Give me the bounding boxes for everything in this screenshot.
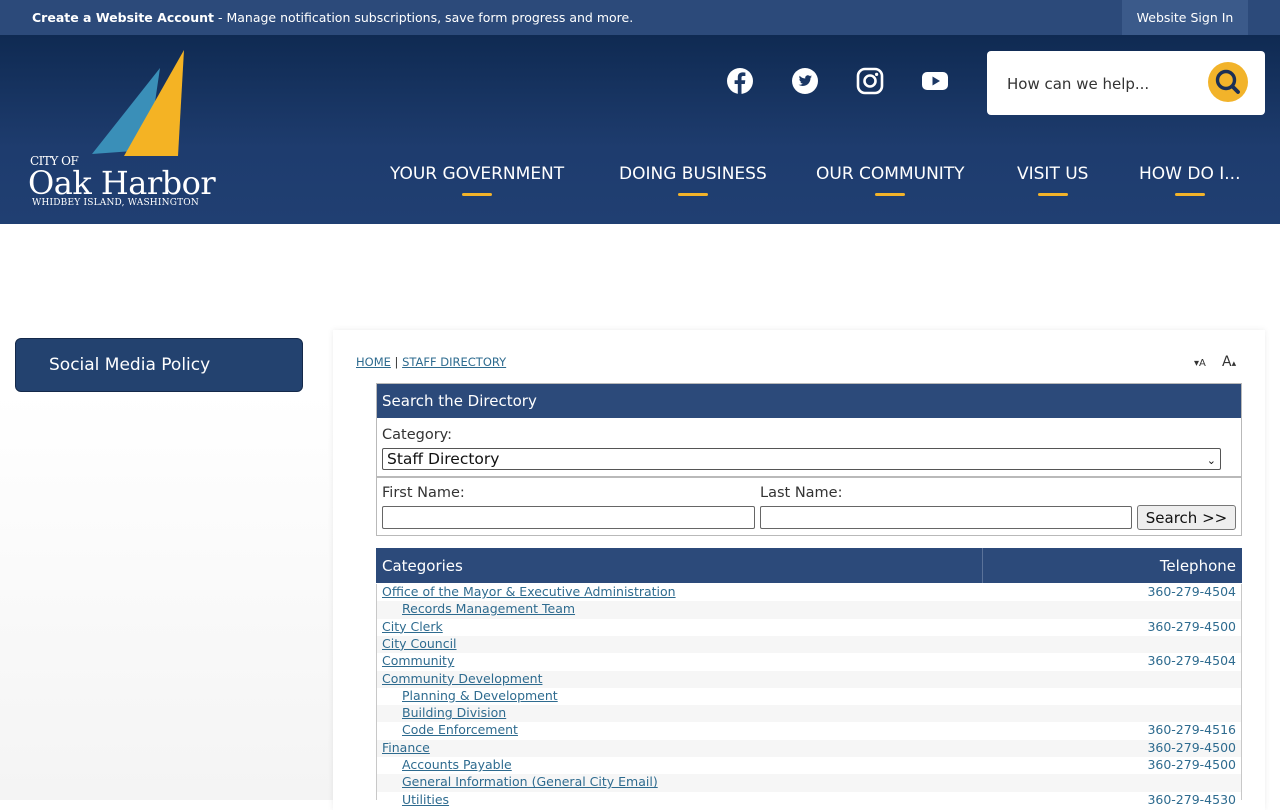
instagram-icon[interactable]: [856, 67, 884, 95]
first-name-input[interactable]: [382, 506, 755, 529]
breadcrumb-home[interactable]: HOME: [356, 355, 391, 369]
breadcrumb: HOME | STAFF DIRECTORY: [356, 355, 506, 369]
category-link[interactable]: General Information (General City Email): [402, 774, 658, 789]
nav-how-do-i[interactable]: HOW DO I...: [1139, 164, 1240, 204]
category-link[interactable]: Office of the Mayor & Executive Administ…: [382, 584, 676, 599]
breadcrumb-staff-directory[interactable]: STAFF DIRECTORY: [402, 355, 506, 369]
category-link[interactable]: Records Management Team: [402, 601, 575, 616]
search-icon: [1215, 69, 1240, 94]
table-row: General Information (General City Email): [377, 774, 1241, 792]
nav-label: VISIT US: [1017, 164, 1089, 184]
sidebar-background: [0, 392, 333, 800]
nav-visit-us[interactable]: VISIT US: [1017, 164, 1088, 204]
increase-text-size-button[interactable]: A▴: [1222, 354, 1236, 370]
city-logo[interactable]: CITY OF Oak Harbor WHIDBEY ISLAND, WASHI…: [28, 50, 224, 210]
breadcrumb-separator: |: [394, 355, 399, 369]
category-select[interactable]: Staff Directory ⌄: [382, 448, 1221, 470]
category-link[interactable]: Utilities: [402, 792, 449, 807]
telephone-value: 360-279-4500: [1147, 618, 1236, 634]
category-link[interactable]: Accounts Payable: [402, 757, 512, 772]
first-name-label: First Name:: [382, 485, 465, 501]
last-name-input[interactable]: [760, 506, 1132, 529]
nav-underline: [677, 193, 708, 196]
category-link[interactable]: Code Enforcement: [402, 722, 518, 737]
decrease-text-size-button[interactable]: ▾A: [1194, 358, 1206, 369]
nav-label: DOING BUSINESS: [619, 164, 767, 184]
table-row: Accounts Payable 360-279-4500: [377, 757, 1241, 774]
category-link[interactable]: Planning & Development: [402, 688, 558, 703]
table-row: Utilities 360-279-4530: [377, 792, 1241, 809]
table-row: Office of the Mayor & Executive Administ…: [377, 584, 1241, 601]
telephone-value: 360-279-4530: [1147, 791, 1236, 807]
category-link[interactable]: City Council: [382, 636, 457, 651]
category-link[interactable]: Finance: [382, 740, 430, 755]
table-row: Code Enforcement 360-279-4516: [377, 722, 1241, 739]
table-row: Building Division: [377, 705, 1241, 723]
telephone-value: 360-279-4504: [1147, 653, 1236, 669]
table-row: City Clerk 360-279-4500: [377, 619, 1241, 636]
nav-underline: [462, 193, 493, 196]
telephone-value: 360-279-4516: [1147, 722, 1236, 738]
category-link[interactable]: Community Development: [382, 671, 542, 686]
table-row: Planning & Development: [377, 688, 1241, 705]
text-size-small-label: A: [1199, 358, 1206, 369]
nav-label: OUR COMMUNITY: [816, 164, 965, 184]
nav-our-community[interactable]: OUR COMMUNITY: [816, 164, 965, 204]
category-label: Category:: [382, 427, 453, 443]
category-link[interactable]: Community: [382, 653, 454, 668]
category-selected-value: Staff Directory: [387, 450, 500, 468]
table-header: Categories Telephone: [376, 548, 1242, 583]
telephone-value: 360-279-4500: [1147, 739, 1236, 755]
nav-underline: [1174, 193, 1205, 196]
nav-underline: [1037, 193, 1068, 196]
logo-tagline: WHIDBEY ISLAND, WASHINGTON: [32, 198, 199, 208]
top-account-bar: Create a Website Account - Manage notifi…: [0, 0, 1280, 35]
last-name-label: Last Name:: [760, 485, 843, 501]
search-button[interactable]: [1208, 62, 1248, 102]
facebook-icon[interactable]: [726, 67, 754, 95]
nav-label: HOW DO I...: [1139, 164, 1241, 184]
column-categories: Categories: [382, 557, 463, 575]
website-sign-in-button[interactable]: Website Sign In: [1122, 0, 1248, 35]
logo-name: Oak Harbor: [28, 164, 216, 202]
text-size-large-label: A: [1222, 354, 1232, 370]
column-divider: [982, 548, 983, 583]
nav-doing-business[interactable]: DOING BUSINESS: [619, 164, 767, 204]
chevron-down-icon: ⌄: [1206, 454, 1216, 467]
table-row: Records Management Team: [377, 601, 1241, 619]
youtube-icon[interactable]: [921, 67, 949, 95]
create-account-link[interactable]: Create a Website Account: [32, 10, 214, 25]
column-telephone: Telephone: [1159, 557, 1236, 575]
account-message-text: - Manage notification subscriptions, sav…: [214, 10, 634, 25]
telephone-value: 360-279-4500: [1147, 757, 1236, 772]
nav-label: YOUR GOVERNMENT: [390, 164, 565, 184]
search-submit-button[interactable]: Search >>: [1137, 505, 1236, 530]
nav-underline: [875, 193, 906, 196]
table-row: City Council: [377, 635, 1241, 654]
category-link[interactable]: City Clerk: [382, 619, 443, 634]
table-row: Community Development: [377, 670, 1241, 688]
search-input[interactable]: [1005, 71, 1189, 97]
telephone-value: 360-279-4504: [1147, 584, 1236, 599]
nav-your-government[interactable]: YOUR GOVERNMENT: [390, 164, 564, 204]
panel-title: Search the Directory: [377, 384, 1241, 418]
categories-table: Office of the Mayor & Executive Administ…: [376, 584, 1242, 807]
category-link[interactable]: Building Division: [402, 705, 506, 720]
caret-up-icon: ▴: [1231, 359, 1237, 369]
table-row: Community 360-279-4504: [377, 653, 1241, 670]
twitter-icon[interactable]: [791, 67, 819, 95]
table-row: Finance 360-279-4500: [377, 739, 1241, 757]
account-message: Create a Website Account - Manage notifi…: [32, 10, 633, 25]
sidebar-item-social-media-policy[interactable]: Social Media Policy: [15, 338, 303, 392]
